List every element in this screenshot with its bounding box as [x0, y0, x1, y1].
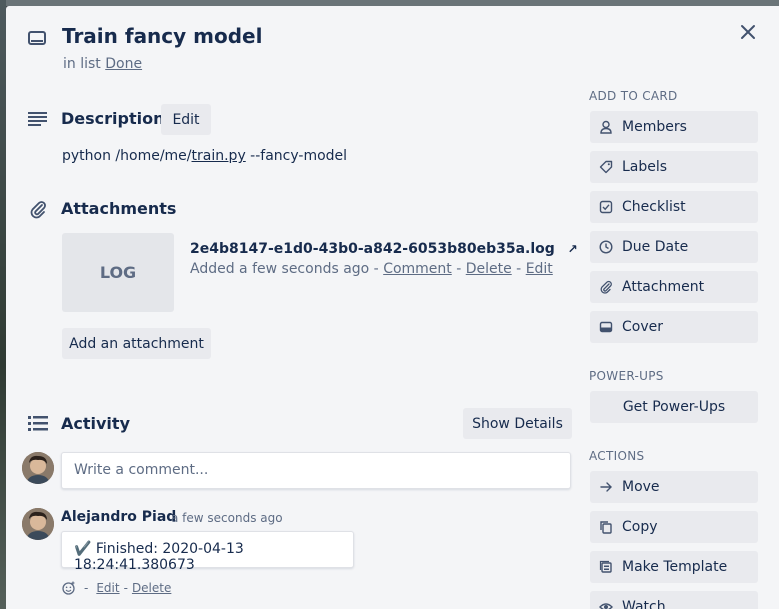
description-heading: Description	[61, 109, 165, 128]
watch-label: Watch	[622, 599, 666, 609]
labels-button[interactable]: Labels	[590, 151, 758, 183]
activity-icon	[28, 416, 48, 432]
list-name-link[interactable]: Done	[105, 56, 142, 72]
card-detail-window: Train fancy model in list Done Descripti…	[6, 6, 779, 609]
description-link[interactable]: train.py	[192, 148, 246, 164]
attachment-thumbnail[interactable]: LOG	[62, 233, 174, 312]
actions-separator: -	[123, 581, 128, 595]
show-details-button[interactable]: Show Details	[463, 408, 572, 439]
avatar[interactable]	[22, 452, 54, 484]
add-attachment-button[interactable]: Add an attachment	[62, 328, 211, 359]
copy-icon	[599, 520, 613, 534]
cover-icon	[599, 320, 613, 334]
checklist-button[interactable]: Checklist	[590, 191, 758, 223]
description-icon	[28, 111, 48, 127]
in-list-prefix: in list	[63, 56, 101, 72]
attachment-edit-link[interactable]: Edit	[526, 261, 553, 277]
attachment-button[interactable]: Attachment	[590, 271, 758, 303]
due-date-button[interactable]: Due Date	[590, 231, 758, 263]
due-date-label: Due Date	[622, 239, 689, 255]
person-icon	[599, 120, 613, 134]
attachments-heading: Attachments	[61, 199, 177, 218]
eye-icon	[599, 600, 613, 609]
copy-button[interactable]: Copy	[590, 511, 758, 543]
attachment-delete-link[interactable]: Delete	[466, 261, 512, 277]
meta-separator: -	[451, 261, 466, 277]
edit-description-button[interactable]: Edit	[161, 104, 211, 135]
activity-heading: Activity	[61, 414, 130, 433]
comment-actions: - Edit - Delete	[62, 581, 171, 595]
add-reaction-icon[interactable]	[62, 581, 76, 595]
comment-text: ✔️ Finished: 2020-04-13 18:24:41.380673	[61, 531, 354, 573]
checklist-label: Checklist	[622, 199, 686, 215]
members-label: Members	[622, 119, 687, 135]
attachment-name-text[interactable]: 2e4b8147-e1d0-43b0-a842-6053b80eb35a.log	[190, 241, 555, 257]
description-text-prefix: python /home/me/	[62, 148, 192, 164]
avatar[interactable]	[22, 508, 54, 540]
actions-heading: ACTIONS	[589, 449, 645, 463]
arrow-right-icon	[599, 480, 613, 494]
comment-edit-link[interactable]: Edit	[96, 581, 119, 595]
clock-icon	[599, 240, 613, 254]
add-to-card-heading: ADD TO CARD	[589, 89, 678, 103]
in-list-text: in list Done	[63, 56, 142, 72]
description-text[interactable]: python /home/me/train.py --fancy-model	[62, 148, 347, 164]
labels-label: Labels	[622, 159, 668, 175]
comment-timestamp[interactable]: a few seconds ago	[171, 511, 283, 525]
make-template-label: Make Template	[622, 559, 728, 575]
close-icon[interactable]	[736, 20, 760, 44]
comment-author[interactable]: Alejandro Piad	[61, 509, 176, 525]
actions-separator: -	[84, 581, 89, 595]
paperclip-icon	[599, 280, 613, 294]
attachment-comment-link[interactable]: Comment	[383, 261, 452, 277]
watch-button[interactable]: Watch	[590, 591, 758, 609]
template-icon	[599, 560, 613, 574]
comment-input[interactable]: Write a comment...	[61, 452, 571, 489]
checklist-icon	[599, 200, 613, 214]
cover-button[interactable]: Cover	[590, 311, 758, 343]
meta-separator: -	[511, 261, 526, 277]
comment-delete-link[interactable]: Delete	[132, 581, 171, 595]
attachment-added-text: Added a few seconds ago -	[190, 261, 384, 277]
attachment-label: Attachment	[622, 279, 705, 295]
get-power-ups-button[interactable]: Get Power-Ups	[590, 391, 758, 423]
attachment-meta: Added a few seconds ago - Comment - Dele…	[190, 261, 553, 277]
members-button[interactable]: Members	[590, 111, 758, 143]
description-text-suffix: --fancy-model	[245, 148, 348, 164]
make-template-button[interactable]: Make Template	[590, 551, 758, 583]
attachment-file-name[interactable]: 2e4b8147-e1d0-43b0-a842-6053b80eb35a.log…	[190, 241, 578, 257]
copy-label: Copy	[622, 519, 658, 535]
card-icon	[28, 30, 46, 46]
tag-icon	[599, 160, 613, 174]
move-label: Move	[622, 479, 660, 495]
card-title[interactable]: Train fancy model	[62, 24, 262, 48]
open-external-icon[interactable]: ↗	[568, 242, 578, 256]
move-button[interactable]: Move	[590, 471, 758, 503]
power-ups-heading: POWER-UPS	[589, 369, 664, 383]
paperclip-icon	[28, 199, 48, 219]
cover-label: Cover	[622, 319, 663, 335]
